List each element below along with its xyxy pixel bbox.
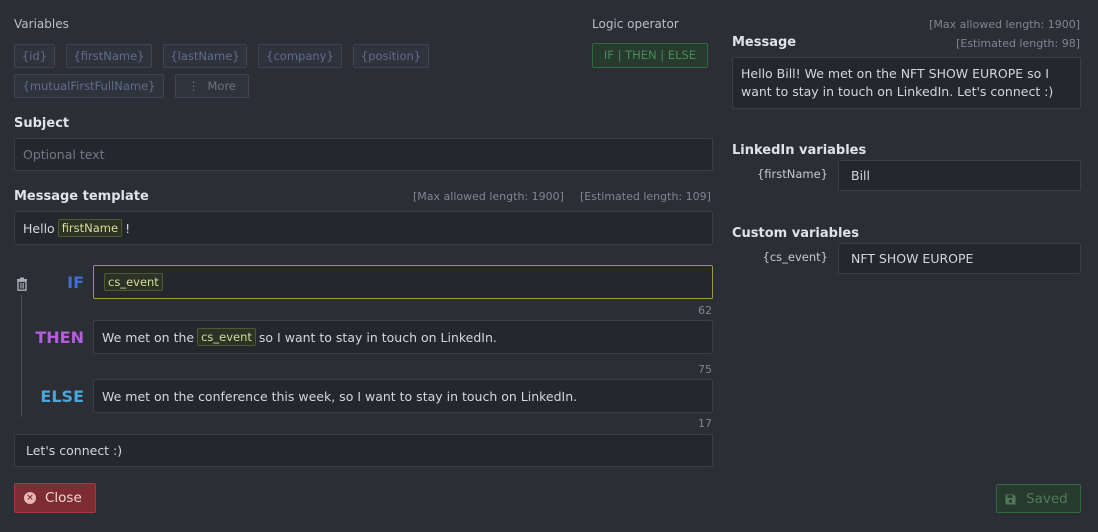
variables-label: Variables [14, 17, 69, 31]
variable-chip-company[interactable]: {company} [258, 44, 342, 68]
more-label: More [207, 79, 236, 93]
variable-chip-position[interactable]: {position} [353, 44, 429, 68]
variable-chip-firstname[interactable]: {firstName} [66, 44, 152, 68]
else-length-count: 17 [698, 417, 712, 430]
custom-variable-key: {cs_event} [762, 250, 828, 264]
if-cs-event-tag[interactable]: cs_event [104, 273, 163, 291]
variable-chip-mutualfirstfullname[interactable]: {mutualFirstFullName} [14, 74, 164, 98]
then-text-prefix: We met on the [102, 329, 195, 345]
subject-label: Subject [14, 116, 70, 131]
custom-variable-value-input[interactable]: NFT SHOW EUROPE [838, 243, 1081, 274]
linkedin-variable-value: Bill [851, 168, 870, 183]
template-estimated-length-note: [Estimated length: 109] [580, 190, 711, 203]
if-then-else-button[interactable]: IF | THEN | ELSE [592, 43, 708, 68]
message-label: Message [732, 35, 797, 50]
then-cs-event-tag[interactable]: cs_event [197, 328, 256, 346]
message-preview: Hello Bill! We met on the NFT SHOW EUROP… [732, 57, 1081, 109]
linkedin-variables-label: LinkedIn variables [732, 143, 867, 158]
template-first-line-input[interactable]: Hello firstName ! [14, 211, 713, 245]
logic-operator-label: Logic operator [592, 17, 679, 31]
condition-bracket-line [21, 295, 22, 417]
else-keyword: ELSE [40, 387, 84, 406]
subject-placeholder: Optional text [23, 147, 105, 162]
custom-variables-label: Custom variables [732, 226, 859, 241]
custom-variable-value: NFT SHOW EUROPE [851, 251, 974, 266]
saved-button-label: Saved [1026, 490, 1068, 507]
more-variables-button[interactable]: ⋮ More [175, 74, 249, 98]
linkedin-variable-value-input[interactable]: Bill [838, 160, 1081, 191]
message-max-length-note: [Max allowed length: 1900] [929, 18, 1080, 31]
if-condition-input[interactable]: cs_event [93, 265, 713, 299]
variable-chip-lastname[interactable]: {lastName} [163, 44, 247, 68]
if-keyword: IF [67, 273, 84, 292]
template-line-suffix: ! [125, 220, 131, 236]
message-estimated-length-note: [Estimated length: 98] [956, 37, 1080, 50]
template-line-prefix: Hello [23, 220, 55, 236]
else-text-input[interactable]: We met on the conference this week, so I… [93, 379, 713, 413]
then-keyword: THEN [35, 328, 84, 347]
else-text: We met on the conference this week, so I… [102, 388, 578, 404]
floppy-disk-icon [1005, 493, 1016, 505]
close-button-label: Close [45, 490, 82, 506]
close-circle-icon: × [24, 492, 36, 504]
firstname-tag[interactable]: firstName [57, 219, 123, 237]
subject-input[interactable]: Optional text [14, 138, 713, 171]
then-text-input[interactable]: We met on the cs_event so I want to stay… [93, 320, 713, 354]
if-length-count: 62 [698, 304, 712, 317]
close-button[interactable]: × Close [14, 483, 96, 513]
then-length-count: 75 [698, 363, 712, 376]
variable-chip-id[interactable]: {id} [14, 44, 55, 68]
message-template-label: Message template [14, 189, 149, 204]
template-last-line-input[interactable]: Let's connect :) [14, 434, 713, 467]
then-text-suffix: so I want to stay in touch on LinkedIn. [258, 329, 497, 345]
template-last-line-text: Let's connect :) [26, 443, 123, 458]
kebab-icon: ⋮ [187, 79, 200, 93]
linkedin-variable-key: {firstName} [756, 167, 828, 181]
saved-button[interactable]: Saved [996, 484, 1081, 513]
template-max-length-note: [Max allowed length: 1900] [413, 190, 564, 203]
